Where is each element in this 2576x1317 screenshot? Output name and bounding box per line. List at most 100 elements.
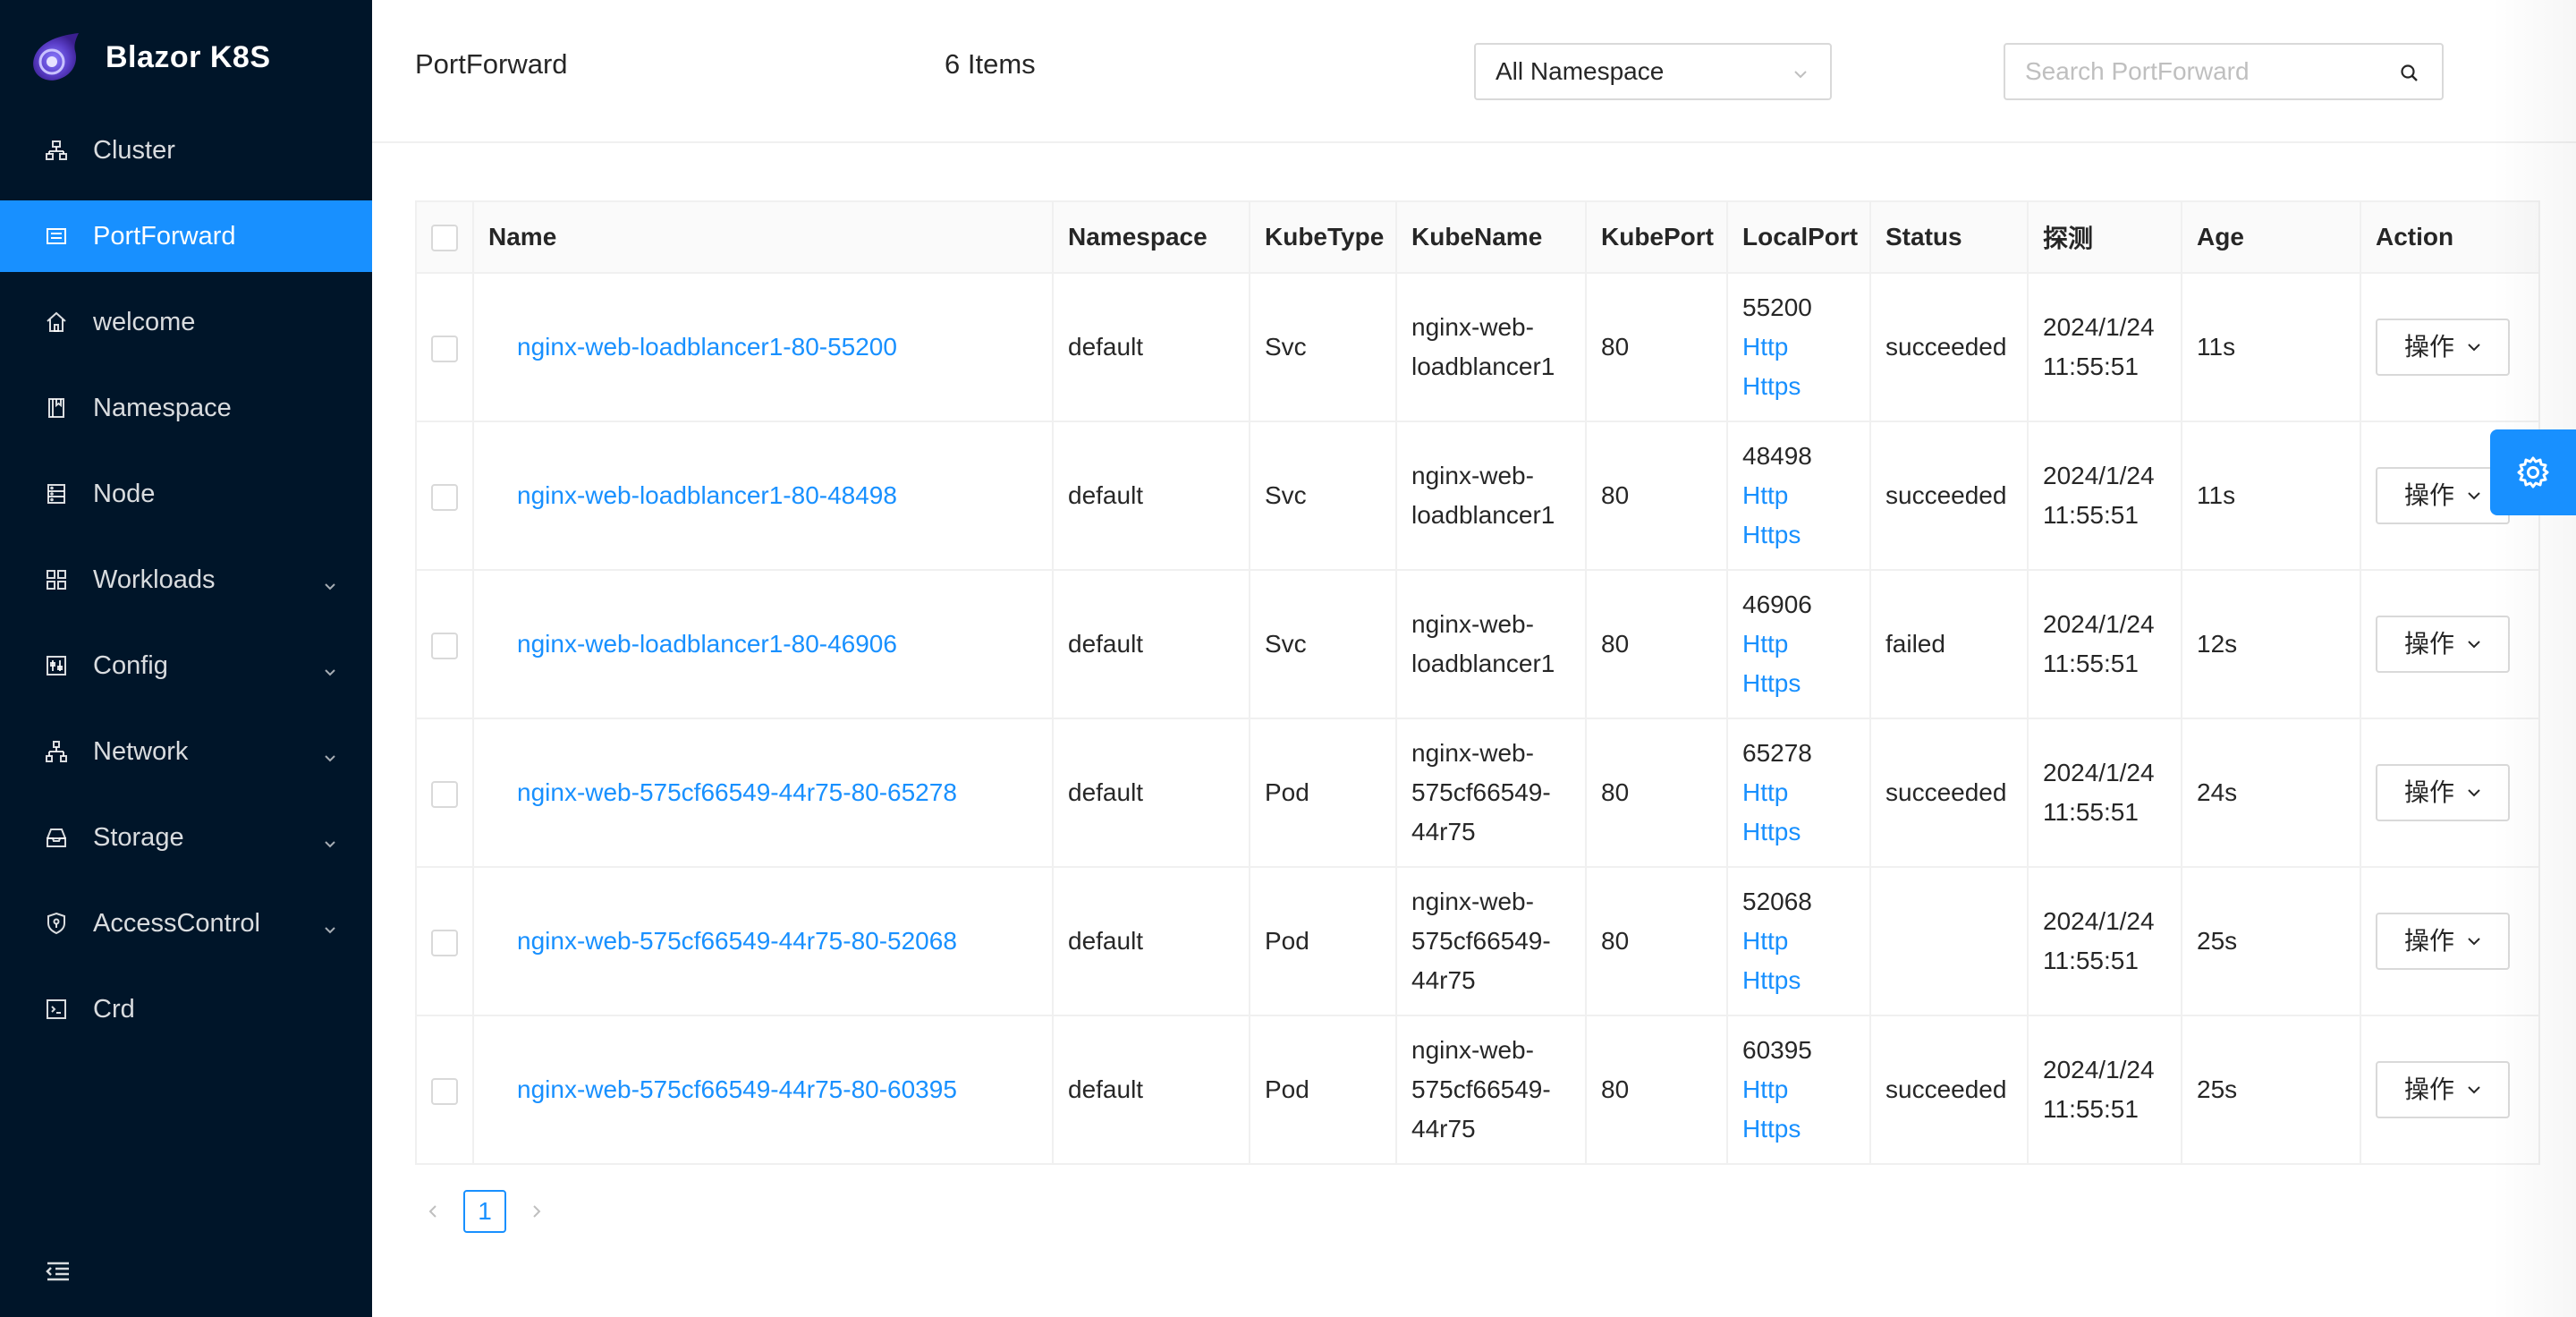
chevron-down-icon [2468,492,2480,500]
localport-cell: 48498 Http Https [1726,421,1871,571]
column-header-9: Action [2360,200,2540,274]
kubename-line: nginx-web- [1411,313,1534,341]
portforward-name-link[interactable]: nginx-web-575cf66549-44r75-80-52068 [517,927,957,955]
table-row: nginx-web-loadblancer1-80-48498 default Sv… [415,421,2540,571]
probe-cell: 2024/1/24 11:55:51 [2027,866,2182,1016]
namespace-cell: default [1052,866,1250,1016]
kubeport-value: 80 [1601,630,1630,658]
sidebar-item-workloads[interactable]: Workloads [0,544,372,616]
portforward-name-link[interactable]: nginx-web-575cf66549-44r75-80-65278 [517,778,957,806]
action-label: 操作 [2404,630,2455,658]
http-link[interactable]: Http [1742,1070,1855,1109]
row-checkbox[interactable] [431,780,458,808]
kubename-line: nginx-web- [1411,610,1534,638]
https-link[interactable]: Https [1742,961,1855,1000]
probe-time-line: 11:55:51 [2043,650,2139,677]
portforward-name-link[interactable]: nginx-web-loadblancer1-80-46906 [517,630,897,658]
http-link[interactable]: Http [1742,327,1855,367]
settings-button[interactable] [2490,429,2576,515]
kubeport-cell: 80 [1585,866,1728,1016]
action-dropdown-button[interactable]: 操作 [2376,616,2511,673]
page-header: PortForward 6 Items All Namespace [372,0,2576,143]
sidebar-item-portforward[interactable]: PortForward [0,200,372,272]
https-link[interactable]: Https [1742,812,1855,852]
row-checkbox[interactable] [431,1077,458,1105]
kubeport-value: 80 [1601,1075,1630,1103]
sidebar-item-storage[interactable]: Storage [0,802,372,873]
https-link[interactable]: Https [1742,1109,1855,1149]
row-checkbox[interactable] [431,632,458,659]
action-label: 操作 [2404,1075,2455,1103]
namespace-select[interactable]: All Namespace [1474,43,1832,100]
sidebar-item-network[interactable]: Network [0,716,372,787]
http-link[interactable]: Http [1742,625,1855,664]
sidebar-menu: Cluster PortForward welcome Namespace Node Wo… [0,115,372,1045]
search-input[interactable] [2025,57,2383,86]
sidebar-item-welcome[interactable]: welcome [0,286,372,358]
probe-time-line: 2024/1/24 [2043,462,2155,489]
probe-time-line: 11:55:51 [2043,798,2139,826]
name-cell: nginx-web-575cf66549-44r75-80-60395 [472,1015,1054,1165]
http-link[interactable]: Http [1742,476,1855,515]
portforward-table: Name Namespace KubeType KubeName KubePort Loc… [415,200,2540,1165]
chevron-down-icon [2468,641,2480,649]
namespace-value: default [1068,481,1144,509]
probe-time-line: 2024/1/24 [2043,313,2155,341]
kubename-cell: nginx-web- 575cf66549- 44r75 [1395,866,1587,1016]
select-all-checkbox[interactable] [431,225,458,252]
chevron-down-icon [2468,789,2480,797]
portforward-name-link[interactable]: nginx-web-575cf66549-44r75-80-60395 [517,1075,957,1103]
prev-page-button[interactable] [415,1190,451,1233]
status-cell [1869,866,2029,1016]
action-dropdown-button[interactable]: 操作 [2376,319,2511,376]
status-cell: succeeded [1869,272,2029,422]
column-header-1: Namespace [1052,200,1250,274]
sidebar-item-node[interactable]: Node [0,458,372,530]
portforward-name-link[interactable]: nginx-web-loadblancer1-80-55200 [517,333,897,361]
column-header-6: Status [1869,200,2029,274]
kubetype-value: Pod [1265,927,1309,955]
menu-fold-icon[interactable] [45,1258,72,1285]
row-select-cell [415,866,474,1016]
https-link[interactable]: Https [1742,515,1855,555]
sidebar-item-crd[interactable]: Crd [0,973,372,1045]
http-link[interactable]: Http [1742,773,1855,812]
sidebar-item-label: Namespace [93,393,232,422]
sidebar-item-label: Cluster [93,135,175,165]
kubename-line: 575cf66549- [1411,1075,1551,1103]
http-link[interactable]: Http [1742,922,1855,961]
search-box[interactable] [2004,43,2444,100]
page-1-button[interactable]: 1 [463,1190,506,1233]
sidebar-item-cluster[interactable]: Cluster [0,115,372,186]
https-link[interactable]: Https [1742,664,1855,703]
gear-icon [2517,456,2549,489]
sidebar-item-accesscontrol[interactable]: AccessControl [0,888,372,959]
https-link[interactable]: Https [1742,367,1855,406]
namespace-value: default [1068,1075,1144,1103]
action-dropdown-button[interactable]: 操作 [2376,764,2511,821]
kubetype-value: Pod [1265,778,1309,806]
row-checkbox[interactable] [431,483,458,511]
search-icon[interactable] [2399,63,2420,84]
action-dropdown-button[interactable]: 操作 [2376,1061,2511,1118]
kubename-line: loadblancer1 [1411,501,1555,529]
sidebar-item-label: Crd [93,994,135,1024]
kubeport-value: 80 [1601,927,1630,955]
sidebar-item-config[interactable]: Config [0,630,372,701]
sidebar-item-namespace[interactable]: Namespace [0,372,372,444]
name-cell: nginx-web-loadblancer1-80-46906 [472,569,1054,719]
kubeport-value: 80 [1601,778,1630,806]
column-header-5: LocalPort [1726,200,1871,274]
kubeport-value: 80 [1601,333,1630,361]
row-checkbox[interactable] [431,335,458,362]
item-count: 6 Items [945,48,1036,80]
row-checkbox[interactable] [431,929,458,956]
app-logo[interactable]: Blazor K8S [0,0,372,115]
age-cell: 11s [2181,272,2361,422]
next-page-button[interactable] [519,1190,555,1233]
kubename-cell: nginx-web-loadblancer1 [1395,569,1587,719]
kubeport-cell: 80 [1585,421,1728,571]
portforward-name-link[interactable]: nginx-web-loadblancer1-80-48498 [517,481,897,509]
action-dropdown-button[interactable]: 操作 [2376,913,2511,970]
action-cell: 操作 [2360,718,2540,868]
